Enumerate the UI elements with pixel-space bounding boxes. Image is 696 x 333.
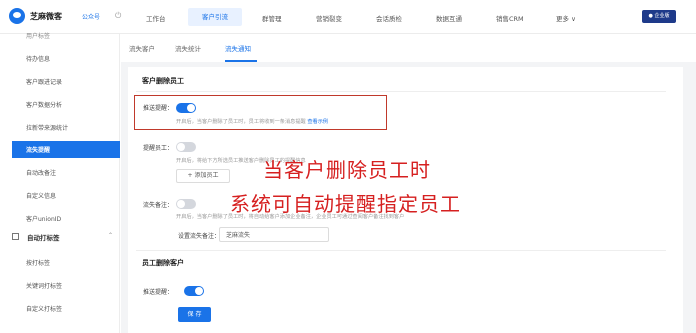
chevron-up-icon[interactable]: ⌃: [108, 232, 113, 239]
sidebar-item-customer-analysis[interactable]: 客户数据分析: [26, 100, 62, 109]
remark-text-input[interactable]: [219, 227, 329, 242]
churn-remark-toggle[interactable]: [176, 199, 196, 209]
sidebar-item-unionid[interactable]: 客户unionID: [26, 214, 61, 223]
add-staff-button[interactable]: + 添加员工: [176, 169, 230, 183]
churn-remark-label: 流失备注：: [143, 202, 174, 209]
sidebar-item-source-stats[interactable]: 拉新带来源统计: [26, 123, 68, 132]
sidebar-item-label: 流失提醒: [26, 147, 51, 154]
nav-sales-crm[interactable]: 销售CRM: [496, 13, 524, 23]
nav-customer-acquisition[interactable]: 客户引流: [188, 8, 242, 26]
section-divider: [136, 91, 666, 92]
nav-more-dropdown[interactable]: 更多 ∨: [556, 13, 576, 23]
nav-data-interop[interactable]: 数据互通: [436, 13, 462, 23]
enterprise-badge: ● 企业版: [642, 10, 676, 23]
sidebar-item-batch-tag[interactable]: 按打标签: [26, 258, 50, 267]
highlight-annotation-box: [134, 95, 387, 130]
sidebar-item-custom-info[interactable]: 自定义信息: [26, 191, 56, 200]
section-title-staff-delete-customer: 员工删除客户: [142, 259, 184, 267]
tag-icon: [12, 233, 19, 240]
sidebar-item-keyword-tag[interactable]: 关键词打标签: [26, 281, 62, 290]
sub-tabs: 流失客户 流失统计 流失通知: [121, 34, 696, 62]
sidebar-item-churn-alert[interactable]: 流失提醒: [12, 141, 120, 158]
sidebar-item-auto-remark[interactable]: 自动改备注: [26, 168, 56, 177]
sidebar-group-auto-tag[interactable]: 自动打标签 ⌃: [12, 232, 113, 244]
overlay-caption-line-2: 系统可自动提醒指定员工: [230, 192, 461, 216]
nav-marketing[interactable]: 营销裂变: [316, 13, 342, 23]
nav-group-management[interactable]: 群管理: [262, 13, 282, 23]
sidebar-item-follow-records[interactable]: 客户跟进记录: [26, 77, 62, 86]
power-icon[interactable]: ⏻: [115, 11, 121, 21]
section-divider: [136, 250, 666, 251]
remark-setting-label: 设置流失备注：: [178, 233, 221, 240]
tab-churn-notify[interactable]: 流失通知: [225, 43, 251, 53]
brand-name: 芝麻微客: [30, 12, 62, 21]
save-button[interactable]: 保 存: [178, 307, 211, 322]
overlay-caption-line-1: 当客户删除员工时: [263, 158, 431, 182]
notify-staff-toggle[interactable]: [176, 142, 196, 152]
notify-staff-label: 提醒员工：: [143, 145, 174, 152]
top-navigation-bar: 芝麻微客 公众号 ⏻ 工作台 客户引流 群管理 营销裂变 会话质检 数据互通 销…: [0, 0, 696, 34]
sidebar: 用户标签 待办信息 客户跟进记录 客户数据分析 拉新带来源统计 流失提醒 自动改…: [0, 31, 120, 333]
active-tab-indicator: [225, 60, 257, 62]
tab-churn-stats[interactable]: 流失统计: [175, 43, 201, 53]
push-reminder-label-2: 推送提醒：: [143, 289, 174, 296]
nav-workbench[interactable]: 工作台: [146, 13, 166, 23]
sidebar-item-todo[interactable]: 待办信息: [26, 54, 50, 63]
account-switch[interactable]: 公众号: [82, 12, 100, 21]
section-title-customer-delete-staff: 客户删除员工: [142, 77, 184, 85]
logo-icon: [9, 8, 25, 24]
sidebar-item-user-tags[interactable]: 用户标签: [26, 31, 50, 40]
sidebar-group-label: 自动打标签: [27, 234, 60, 242]
tab-churn-customers[interactable]: 流失客户: [129, 43, 155, 53]
sidebar-item-custom-tag[interactable]: 自定义打标签: [26, 304, 62, 313]
push-reminder-toggle-2[interactable]: [184, 286, 204, 296]
nav-session-qc[interactable]: 会话质检: [376, 13, 402, 23]
